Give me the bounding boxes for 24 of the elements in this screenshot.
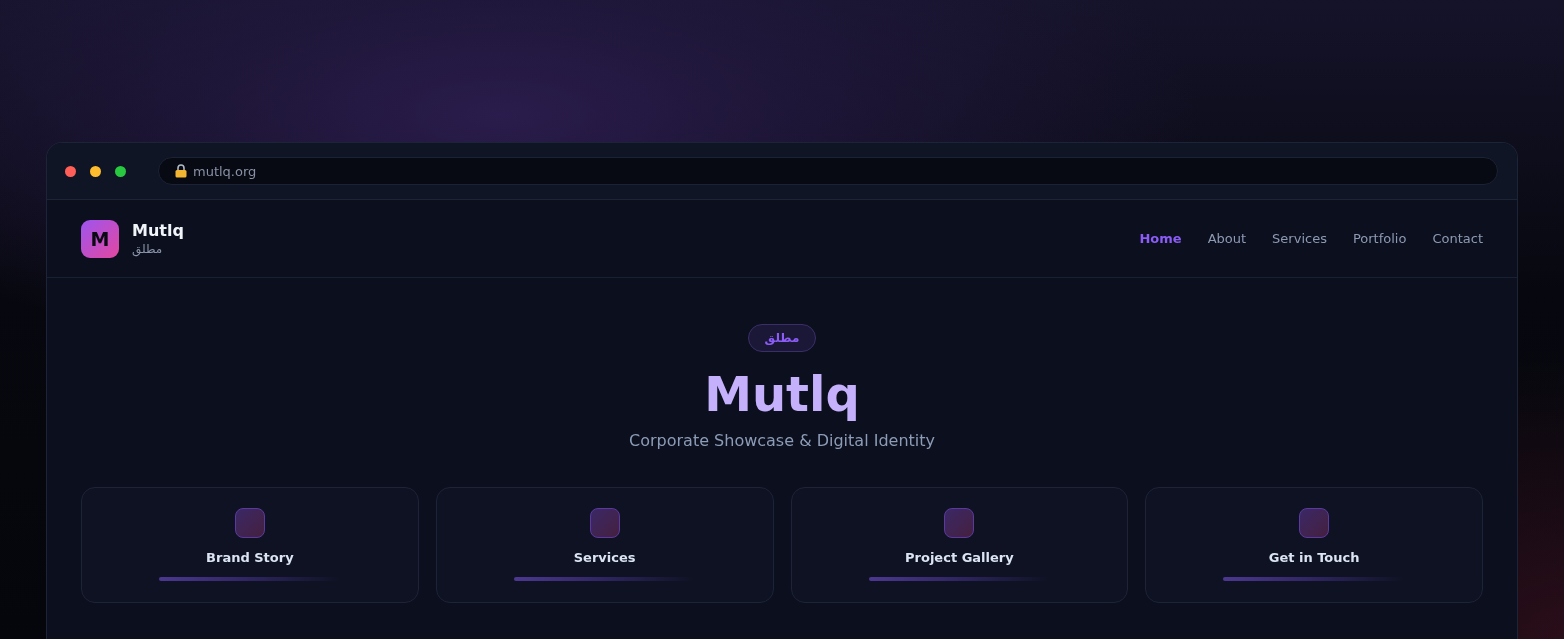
hero-title: Mutlq xyxy=(704,366,860,422)
feature-card[interactable]: Services xyxy=(435,487,774,603)
maximize-dot-icon[interactable] xyxy=(115,165,126,177)
feature-card[interactable]: Brand Story xyxy=(81,487,419,603)
logo-icon[interactable]: M xyxy=(81,219,119,258)
card-title: Brand Story xyxy=(206,549,294,567)
close-dot-icon[interactable] xyxy=(65,165,76,177)
card-title: Services xyxy=(573,549,636,567)
nav-link[interactable]: Contact xyxy=(1432,231,1483,246)
nav-link[interactable]: About xyxy=(1207,231,1247,246)
nav-link[interactable]: Services xyxy=(1272,231,1327,246)
hero-subtitle: Corporate Showcase & Digital Identity xyxy=(629,430,935,452)
brand-subtitle: مطلق xyxy=(132,240,163,257)
brand-name: Mutlq xyxy=(132,220,184,241)
address-bar[interactable]: mutlq.org xyxy=(158,157,1498,185)
minimize-dot-icon[interactable] xyxy=(90,165,101,177)
nav-link[interactable]: Home xyxy=(1139,231,1182,246)
nav-link[interactable]: Portfolio xyxy=(1352,231,1407,246)
feature-card[interactable]: Get in Touch xyxy=(1145,487,1483,603)
card-title: Get in Touch xyxy=(1268,549,1360,567)
feature-card[interactable]: Project Gallery xyxy=(790,487,1129,603)
url-text: mutlq.org xyxy=(193,163,257,179)
card-title: Project Gallery xyxy=(905,549,1014,567)
hero-badge: مطلق xyxy=(747,324,817,352)
